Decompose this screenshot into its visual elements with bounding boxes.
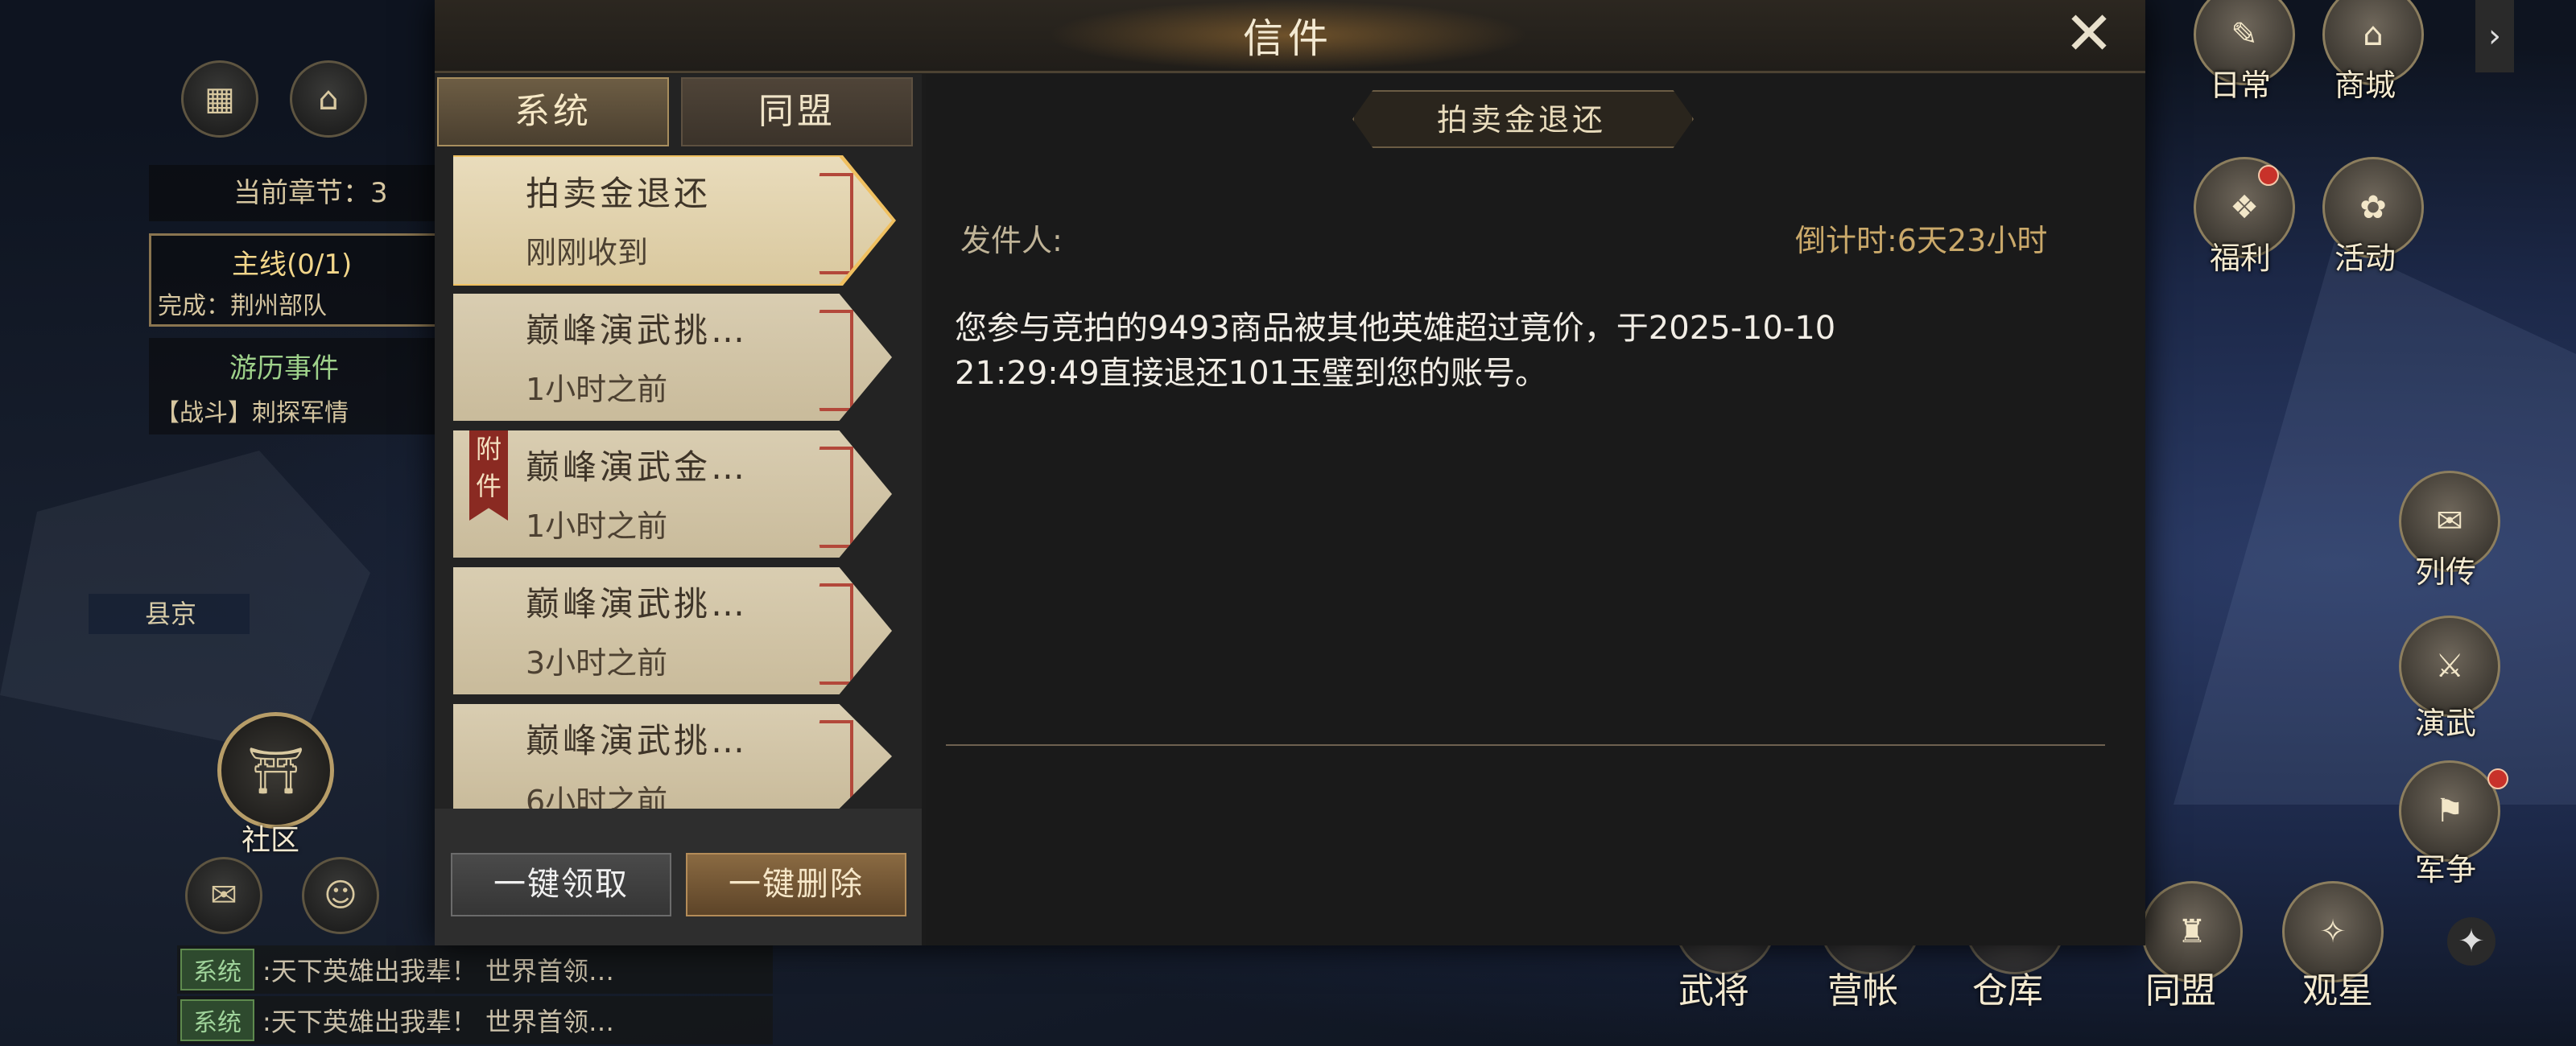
mail-item[interactable]: 附件 巅峰演武金… 1小时之前 (453, 430, 892, 558)
chapter-panel[interactable]: 当前章节：3 (149, 165, 439, 221)
chapter-label: 当前章节：3 (233, 177, 388, 209)
expiry-countdown: 倒计时:6天23小时 (1795, 223, 2048, 258)
martial-label: 演武 (2415, 706, 2477, 741)
stargaze-label: 观星 (2302, 970, 2373, 1011)
close-icon[interactable]: ✕ (2057, 2, 2121, 66)
activity-label: 活动 (2334, 241, 2396, 276)
tab-system[interactable]: 系统 (437, 77, 669, 146)
mail-title: 巅峰演武挑… (526, 584, 749, 624)
expand-arrow-icon[interactable]: › (2475, 0, 2514, 72)
mail-time: 刚刚收到 (526, 235, 649, 270)
camp-label: 营帐 (1827, 970, 1898, 1011)
daily-label: 日常 (2210, 68, 2272, 103)
mail-body-line: 21:29:49直接退还101玉璧到您的账号。 (955, 355, 1547, 392)
generals-label: 武将 (1678, 970, 1749, 1011)
dialog-title: 信件 (1243, 15, 1333, 62)
mail-subject: 拍卖金退还 (1436, 102, 1606, 138)
notification-dot (2258, 165, 2279, 186)
attachment-badge: 附件 (469, 430, 508, 521)
shop-label: 商城 (2334, 68, 2396, 103)
welfare-label: 福利 (2210, 241, 2272, 276)
mail-icon[interactable]: ✉ (185, 857, 262, 934)
mail-title: 拍卖金退还 (526, 174, 712, 213)
mail-item[interactable]: 拍卖金退还 刚刚收到 (453, 157, 892, 284)
mail-title: 巅峰演武金… (526, 447, 749, 487)
palace-icon[interactable]: ⌂ (290, 60, 367, 138)
claim-all-button[interactable]: 一键领取 (451, 853, 671, 916)
mainline-label: 主线(0/1) (232, 249, 353, 281)
envelope-seal-icon (811, 583, 853, 685)
warehouse-label: 仓库 (1972, 970, 2043, 1011)
chat-tag: 系统 (180, 949, 254, 990)
biography-label: 列传 (2415, 554, 2477, 590)
community-label: 社区 (242, 824, 300, 857)
divider (946, 744, 2105, 746)
mail-time: 1小时之前 (526, 372, 668, 407)
alliance-label: 同盟 (2145, 970, 2216, 1011)
mail-item[interactable]: 巅峰演武挑… 3小时之前 (453, 567, 892, 694)
war-label: 军争 (2415, 852, 2477, 887)
mail-time: 3小时之前 (526, 645, 668, 681)
envelope-seal-icon (811, 173, 853, 274)
community-icon[interactable]: ⛩ (217, 712, 334, 829)
friends-icon[interactable]: ☺ (302, 857, 379, 934)
compass-icon[interactable]: ✦ (2447, 917, 2496, 966)
calendar-icon[interactable]: ▦ (181, 60, 258, 138)
envelope-seal-icon (811, 310, 853, 411)
mail-detail-panel (926, 74, 2145, 945)
chat-text: :天下英雄出我辈！ 世界首领… (262, 956, 614, 986)
tab-alliance[interactable]: 同盟 (681, 77, 913, 146)
chat-line[interactable]: 系统 :天下英雄出我辈！ 世界首领… (177, 996, 773, 1044)
mail-title: 巅峰演武挑… (526, 721, 749, 760)
chat-text: :天下英雄出我辈！ 世界首领… (262, 1007, 614, 1037)
event-label: 游历事件 (229, 352, 339, 385)
chat-line[interactable]: 系统 :天下英雄出我辈！ 世界首领… (177, 945, 773, 994)
sender-label: 发件人: (960, 223, 1063, 258)
mail-item[interactable]: 巅峰演武挑… 6小时之前 (453, 704, 892, 809)
mail-item[interactable]: 巅峰演武挑… 1小时之前 (453, 294, 892, 421)
event-task: 【战斗】刺探军情 (155, 399, 349, 427)
notification-dot (2487, 768, 2508, 789)
mail-title: 巅峰演武挑… (526, 311, 749, 350)
delete-all-button[interactable]: 一键删除 (686, 853, 906, 916)
event-quest[interactable]: 游历事件 【战斗】刺探军情 (149, 338, 439, 434)
chat-tag: 系统 (180, 999, 254, 1041)
mail-body-line: 您参与竞拍的9493商品被其他英雄超过竟价，于2025-10-10 (955, 310, 1836, 347)
city-label: 县京 (145, 599, 197, 629)
mainline-quest[interactable]: 主线(0/1) 完成：荆州部队 (149, 233, 444, 327)
envelope-seal-icon (811, 447, 853, 548)
mail-body: 您参与竞拍的9493商品被其他英雄超过竟价，于2025-10-10 21:29:… (955, 306, 2066, 396)
mainline-task: 完成：荆州部队 (158, 292, 327, 320)
mail-time: 1小时之前 (526, 509, 668, 544)
city-tag[interactable]: 县京 (89, 594, 250, 634)
